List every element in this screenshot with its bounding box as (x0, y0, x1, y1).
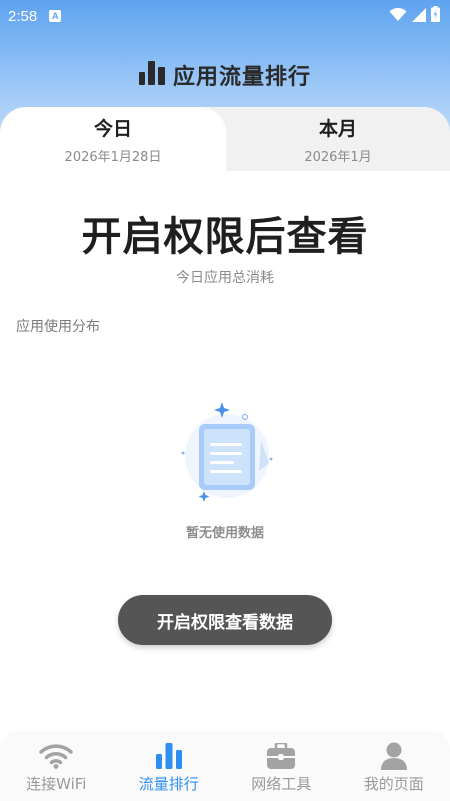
enable-permission-button[interactable]: 开启权限查看数据 (118, 595, 332, 645)
tab-today-label: 今日 (93, 117, 132, 140)
toolbox-icon (264, 741, 298, 771)
page-title: 应用流量排行 (172, 65, 311, 90)
nav-item-wifi[interactable]: 连接WiFi (0, 731, 113, 801)
usage-headline: 开启权限后查看 (81, 214, 369, 260)
tab-today[interactable]: 今日 2026年1月28日 (0, 107, 226, 171)
nav-label-traffic-rank: 流量排行 (138, 775, 199, 793)
nav-label-my-page: 我的页面 (363, 775, 424, 793)
tab-month-date: 2026年1月 (304, 149, 372, 165)
bottom-nav: 连接WiFi 流量排行 网络工具 我的页面 (0, 731, 450, 801)
page-header: 应用流量排行 (0, 55, 450, 95)
main-content: 开启权限后查看 今日应用总消耗 应用使用分布 暂无使用数据 开启权限查看数据 (0, 171, 450, 731)
nav-item-traffic-rank[interactable]: 流量排行 (113, 731, 226, 801)
status-bar: 2:58 A (0, 0, 450, 32)
tab-today-date: 2026年1月28日 (64, 149, 162, 165)
period-tabs: 今日 2026年1月28日 本月 2026年1月 (0, 107, 450, 171)
status-time: 2:58 (8, 7, 38, 25)
nav-label-wifi: 连接WiFi (26, 775, 87, 793)
section-label: 应用使用分布 (16, 319, 100, 335)
nav-item-my-page[interactable]: 我的页面 (338, 731, 450, 801)
a-icon: A (49, 10, 62, 22)
wifi-signal-icon (389, 7, 407, 26)
battery-icon (431, 6, 440, 26)
empty-document-icon (175, 401, 275, 502)
empty-state-text: 暂无使用数据 (185, 526, 264, 541)
bar-chart-icon (138, 61, 165, 89)
nav-label-network-tools: 网络工具 (251, 775, 312, 793)
nav-item-network-tools[interactable]: 网络工具 (225, 731, 338, 801)
person-icon (377, 741, 411, 771)
cell-signal-icon (412, 7, 426, 26)
bar-chart-icon (152, 741, 186, 771)
tab-month-label: 本月 (318, 117, 357, 140)
wifi-icon (39, 741, 73, 771)
usage-caption: 今日应用总消耗 (176, 270, 274, 286)
tab-month[interactable]: 本月 2026年1月 (226, 107, 450, 171)
